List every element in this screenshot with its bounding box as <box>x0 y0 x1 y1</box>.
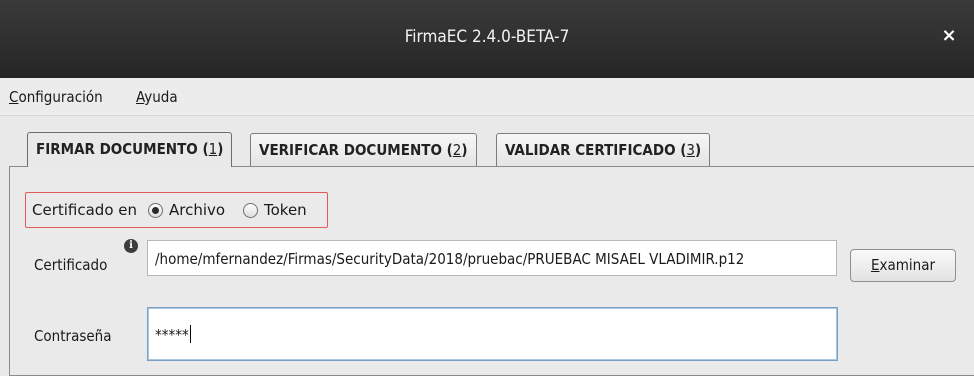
menu-bar: Configuración Ayuda <box>0 78 974 116</box>
menu-ayuda-mnemonic: A <box>136 88 145 106</box>
examinar-mnemonic: E <box>870 256 880 274</box>
password-label: Contraseña <box>34 327 112 345</box>
tab-verificar-close-paren: ) <box>461 141 468 159</box>
certificate-mode-group: Certificado en Archivo Token <box>25 192 328 228</box>
close-icon[interactable]: × <box>938 25 960 47</box>
menu-ayuda-label: yuda <box>144 88 178 106</box>
certificate-path-field[interactable]: /home/mfernandez/Firmas/SecurityData/201… <box>147 240 837 276</box>
tab-verificar-label: VERIFICAR DOCUMENTO ( <box>259 141 453 159</box>
menu-configuracion-label: onfiguración <box>18 88 103 106</box>
tab-verificar-documento[interactable]: VERIFICAR DOCUMENTO (2) <box>250 133 477 166</box>
tab-firmar-mnemonic: 1 <box>208 140 218 158</box>
tab-firmar-close-paren: ) <box>217 140 224 158</box>
radio-token[interactable] <box>243 203 258 218</box>
tab-validar-certificado[interactable]: VALIDAR CERTIFICADO (3) <box>496 133 711 166</box>
radio-archivo-label[interactable]: Archivo <box>169 201 225 219</box>
text-caret <box>189 325 191 343</box>
tab-validar-close-paren: ) <box>695 141 702 159</box>
tab-firmar-label: FIRMAR DOCUMENTO ( <box>36 140 209 158</box>
info-icon[interactable]: i <box>124 239 138 253</box>
radio-token-label[interactable]: Token <box>264 201 307 219</box>
tab-validar-mnemonic: 3 <box>686 141 696 159</box>
menu-configuracion[interactable]: Configuración <box>9 88 103 106</box>
tab-firmar-documento[interactable]: FIRMAR DOCUMENTO (1) <box>27 132 233 167</box>
window-titlebar: FirmaEC 2.4.0-BETA-7 × <box>0 0 974 78</box>
window-title: FirmaEC 2.4.0-BETA-7 <box>404 27 570 47</box>
password-field[interactable]: ***** <box>147 307 838 361</box>
tab-validar-label: VALIDAR CERTIFICADO ( <box>505 141 687 159</box>
password-value: ***** <box>155 326 189 344</box>
menu-ayuda[interactable]: Ayuda <box>136 88 178 106</box>
examinar-label: xaminar <box>879 256 936 274</box>
certificate-label: Certificado <box>34 256 108 274</box>
certificate-mode-label: Certificado en <box>32 201 138 219</box>
radio-archivo[interactable] <box>148 203 163 218</box>
examinar-button[interactable]: Examinar <box>850 249 956 282</box>
